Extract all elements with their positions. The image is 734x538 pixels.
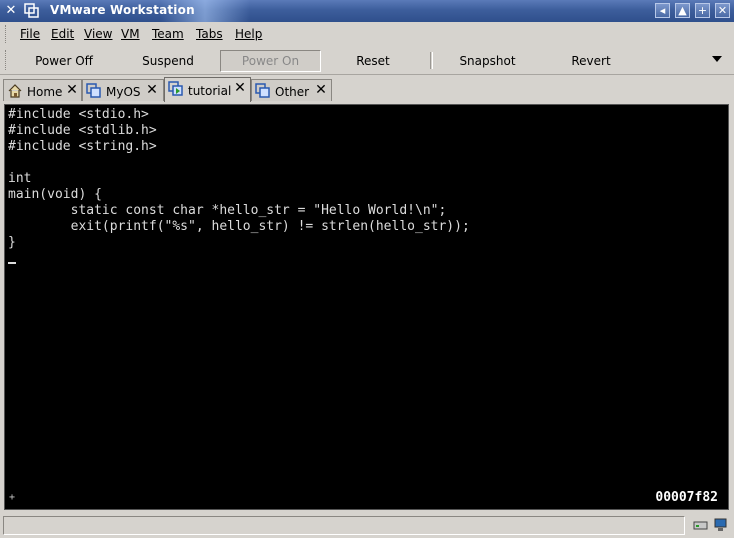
- console-corner-mark: +: [9, 492, 16, 503]
- home-icon: [7, 83, 23, 99]
- close-tab-home-icon[interactable]: ✕: [65, 83, 79, 97]
- menu-help[interactable]: Help: [235, 27, 262, 41]
- vm-console[interactable]: #include <stdio.h> #include <stdlib.h> #…: [4, 104, 729, 510]
- window-title: VMware Workstation: [50, 3, 195, 17]
- close-tab-myos-icon[interactable]: ✕: [145, 83, 159, 97]
- text-cursor: [8, 262, 16, 264]
- toolbar-separator: [430, 52, 433, 69]
- menu-grip[interactable]: [5, 25, 10, 43]
- tab-myos[interactable]: MyOS ✕: [82, 79, 164, 101]
- power-on-button[interactable]: Power On: [220, 50, 321, 72]
- console-text: #include <stdio.h> #include <stdlib.h> #…: [8, 107, 470, 250]
- expand-icon[interactable]: +: [695, 3, 710, 18]
- menu-tabs[interactable]: Tabs: [196, 27, 223, 41]
- menu-file[interactable]: File: [20, 27, 40, 41]
- toolbar-grip[interactable]: [5, 50, 10, 70]
- tab-strip: Home ✕ MyOS ✕ tutorial ✕ Other ✕: [0, 75, 734, 102]
- tab-home[interactable]: Home ✕: [3, 79, 82, 101]
- menu-vm[interactable]: VM: [121, 27, 140, 41]
- tab-other[interactable]: Other ✕: [251, 79, 332, 101]
- maximize-up-icon[interactable]: ▲: [675, 3, 690, 18]
- close-tab-tutorial-icon[interactable]: ✕: [233, 81, 247, 95]
- vm-icon: [86, 83, 102, 99]
- status-message-field: [3, 516, 685, 535]
- tab-tutorial[interactable]: tutorial ✕: [164, 77, 251, 102]
- power-off-button[interactable]: Power Off: [20, 50, 108, 72]
- menu-view[interactable]: View: [84, 27, 112, 41]
- suspend-button[interactable]: Suspend: [122, 50, 214, 72]
- tab-tutorial-label: tutorial: [188, 84, 232, 98]
- window-menu-icon[interactable]: ✕: [3, 3, 19, 19]
- menu-edit[interactable]: Edit: [51, 27, 74, 41]
- hard-disk-icon[interactable]: [693, 518, 708, 532]
- console-address: 00007f82: [655, 490, 718, 505]
- menu-bar: File Edit View VM Team Tabs Help: [0, 22, 734, 47]
- revert-button[interactable]: Revert: [545, 50, 637, 72]
- status-bar: [0, 513, 734, 538]
- snapshot-button[interactable]: Snapshot: [440, 50, 535, 72]
- title-bar: ✕ VMware Workstation ◂ ▲ + ✕: [0, 0, 734, 22]
- close-tab-other-icon[interactable]: ✕: [314, 83, 328, 97]
- close-window-icon[interactable]: ✕: [715, 3, 730, 18]
- tab-myos-label: MyOS: [106, 85, 141, 99]
- tab-home-label: Home: [27, 85, 63, 99]
- vmware-logo-icon: [24, 3, 40, 19]
- network-icon[interactable]: [713, 518, 728, 532]
- toolbar: Power Off Suspend Power On Reset Snapsho…: [0, 46, 734, 75]
- reset-button[interactable]: Reset: [330, 50, 416, 72]
- move-window-icon[interactable]: ◂: [655, 3, 670, 18]
- menu-team[interactable]: Team: [152, 27, 184, 41]
- tab-other-label: Other: [275, 85, 310, 99]
- vm-icon: [255, 83, 271, 99]
- vm-running-icon: [168, 81, 184, 97]
- toolbar-overflow-icon[interactable]: [712, 56, 722, 62]
